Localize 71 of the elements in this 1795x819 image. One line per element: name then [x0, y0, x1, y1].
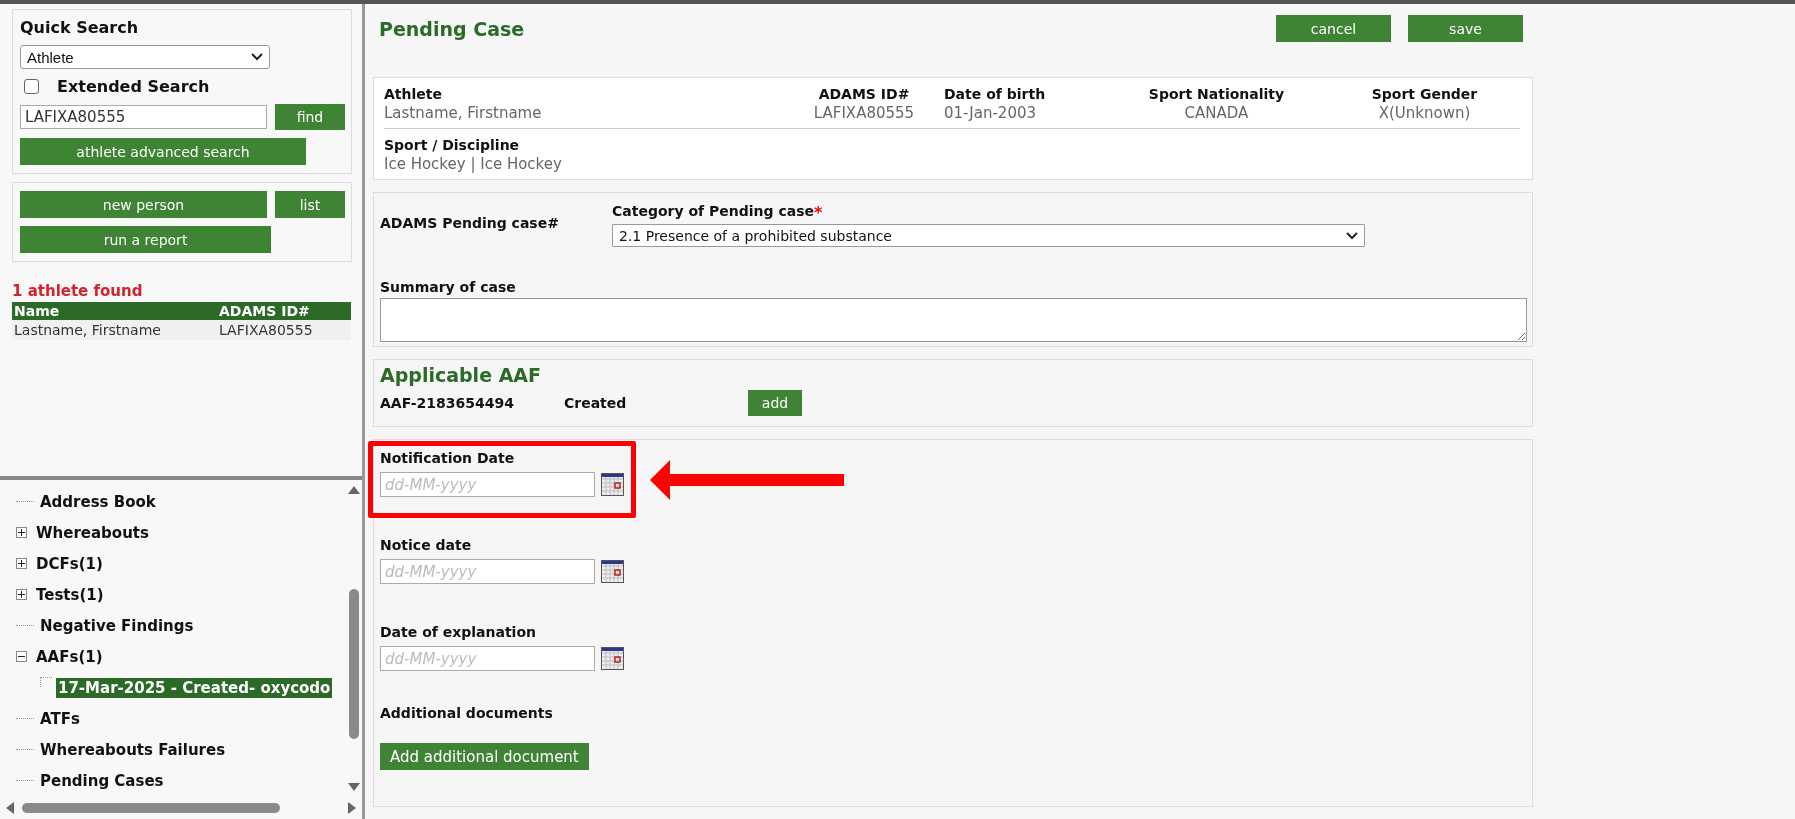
tree-item[interactable]: ATFs [38, 708, 82, 729]
collapse-icon[interactable] [16, 651, 27, 662]
tree-item[interactable]: Address Book [38, 491, 158, 512]
field-label: Athlete [384, 86, 442, 102]
scroll-down-icon[interactable] [347, 783, 360, 791]
scrollbar-thumb[interactable] [348, 588, 359, 739]
field-value: X(Unknown) [1378, 104, 1471, 122]
quick-search-title: Quick Search [20, 18, 140, 37]
expand-icon[interactable] [16, 527, 27, 538]
find-button[interactable]: find [274, 104, 345, 130]
scroll-up-icon[interactable] [347, 486, 360, 494]
field-label: Additional documents [380, 705, 554, 721]
aaf-id: AAF-2183654494 [380, 395, 516, 411]
tree-item[interactable]: Whereabouts [34, 522, 151, 543]
page-title: Pending Case [378, 17, 525, 40]
expand-icon[interactable] [16, 558, 27, 569]
expand-icon[interactable] [16, 589, 27, 600]
field-label: Sport Gender [1371, 86, 1478, 102]
table-cell[interactable]: Lastname, Firstname [12, 320, 217, 340]
field-value: CANADA [1184, 104, 1249, 122]
section-title: Applicable AAF [380, 364, 543, 386]
caret-icon [251, 53, 263, 61]
search-input[interactable]: LAFIXA80555 [20, 105, 267, 129]
search-type-select[interactable]: Athlete [20, 45, 270, 69]
category-select[interactable]: 2.1 Presence of a prohibited substance [612, 224, 1365, 247]
new-person-button[interactable]: new person [20, 191, 267, 218]
tree-item[interactable]: Negative Findings [38, 615, 196, 636]
cancel-button[interactable]: cancel [1276, 15, 1391, 42]
calendar-icon[interactable] [601, 473, 624, 496]
date-input[interactable]: dd-MM-yyyy [380, 646, 595, 671]
field-value: Lastname, Firstname [384, 104, 542, 122]
field-label: Notice date [380, 537, 473, 553]
table-cell[interactable]: LAFIXA80555 [217, 320, 351, 340]
list-button[interactable]: list [274, 191, 345, 218]
tree-item[interactable]: Whereabouts Failures [38, 739, 228, 760]
field-value: LAFIXA80555 [813, 104, 915, 122]
date-input[interactable]: dd-MM-yyyy [380, 472, 595, 497]
extended-search-checkbox[interactable] [24, 79, 39, 94]
tree-item[interactable]: Pending Cases [38, 770, 166, 791]
caret-icon [1346, 231, 1358, 240]
date-input[interactable]: dd-MM-yyyy [380, 559, 595, 584]
scroll-right-icon[interactable] [348, 802, 356, 814]
add-document-button[interactable]: Add additional document [380, 743, 589, 770]
field-value: Ice Hockey | Ice Hockey [384, 155, 562, 173]
results-count: 1 athlete found [12, 282, 144, 300]
field-label: Notification Date [380, 450, 516, 466]
field-label: Date of birth [944, 86, 1046, 102]
tree-item[interactable]: AAFs(1) [34, 646, 105, 667]
advanced-search-button[interactable]: athlete advanced search [20, 138, 306, 165]
field-label: ADAMS ID# [818, 86, 910, 102]
column-header: Name [12, 302, 217, 320]
tree-item[interactable]: Tests(1) [34, 584, 106, 605]
field-label: Sport / Discipline [384, 137, 520, 153]
field-label: Sport Nationality [1148, 86, 1285, 102]
scroll-left-icon[interactable] [6, 802, 14, 814]
tree-item[interactable]: DCFs(1) [34, 553, 105, 574]
scrollbar-thumb[interactable] [22, 803, 280, 813]
calendar-icon[interactable] [601, 647, 624, 670]
field-label: Summary of case [380, 279, 516, 295]
save-button[interactable]: save [1408, 15, 1523, 42]
report-button[interactable]: run a report [20, 226, 271, 253]
field-label: ADAMS Pending case# [380, 214, 560, 231]
column-header: ADAMS ID# [217, 302, 351, 320]
field-value: 01-Jan-2003 [944, 104, 1037, 122]
calendar-icon[interactable] [601, 560, 624, 583]
field-label: Date of explanation [380, 624, 537, 640]
extended-search-label: Extended Search [57, 77, 210, 96]
aaf-status: Created [564, 395, 628, 411]
summary-input[interactable] [380, 298, 1527, 342]
tree-item[interactable]: 17-Mar-2025 - Created- oxycodo [56, 677, 333, 698]
add-button[interactable]: add [748, 390, 802, 416]
